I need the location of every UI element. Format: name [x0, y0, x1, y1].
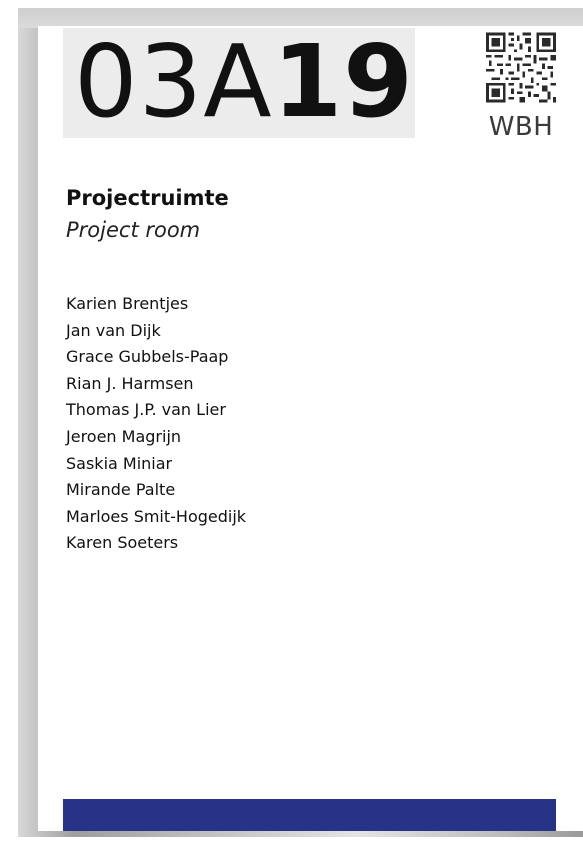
room-type-dutch: Projectruimte: [66, 186, 229, 210]
occupant-name: Karen Soeters: [66, 533, 179, 553]
occupant-name: Karien Brentjes: [66, 294, 189, 313]
occupant-name: Jeroen Magrijn: [66, 426, 182, 446]
room-type-english: Project room: [66, 218, 201, 242]
qr-code-icon: [486, 32, 556, 103]
occupant-list: Karien Brentjes Jan van Dijk Grace Gubbe…: [66, 291, 246, 557]
occupant-name: Saskia Miniar: [66, 453, 173, 473]
accent-bar: [63, 799, 556, 831]
occupant-name: Mirande Palte: [66, 480, 176, 500]
room-number-suffix: 19: [272, 23, 414, 140]
occupant-name: Rian J. Harmsen: [66, 373, 194, 393]
occupant-name: Jan van Dijk: [66, 320, 161, 340]
occupant-name: Marloes Smit-Hogedijk: [66, 506, 247, 526]
building-code: WBH: [488, 112, 554, 142]
room-number: 03A19: [74, 22, 414, 142]
occupant-name: Grace Gubbels-Paap: [66, 347, 229, 367]
room-number-prefix: 03A: [74, 23, 273, 140]
occupant-name: Thomas J.P. van Lier: [66, 400, 226, 420]
